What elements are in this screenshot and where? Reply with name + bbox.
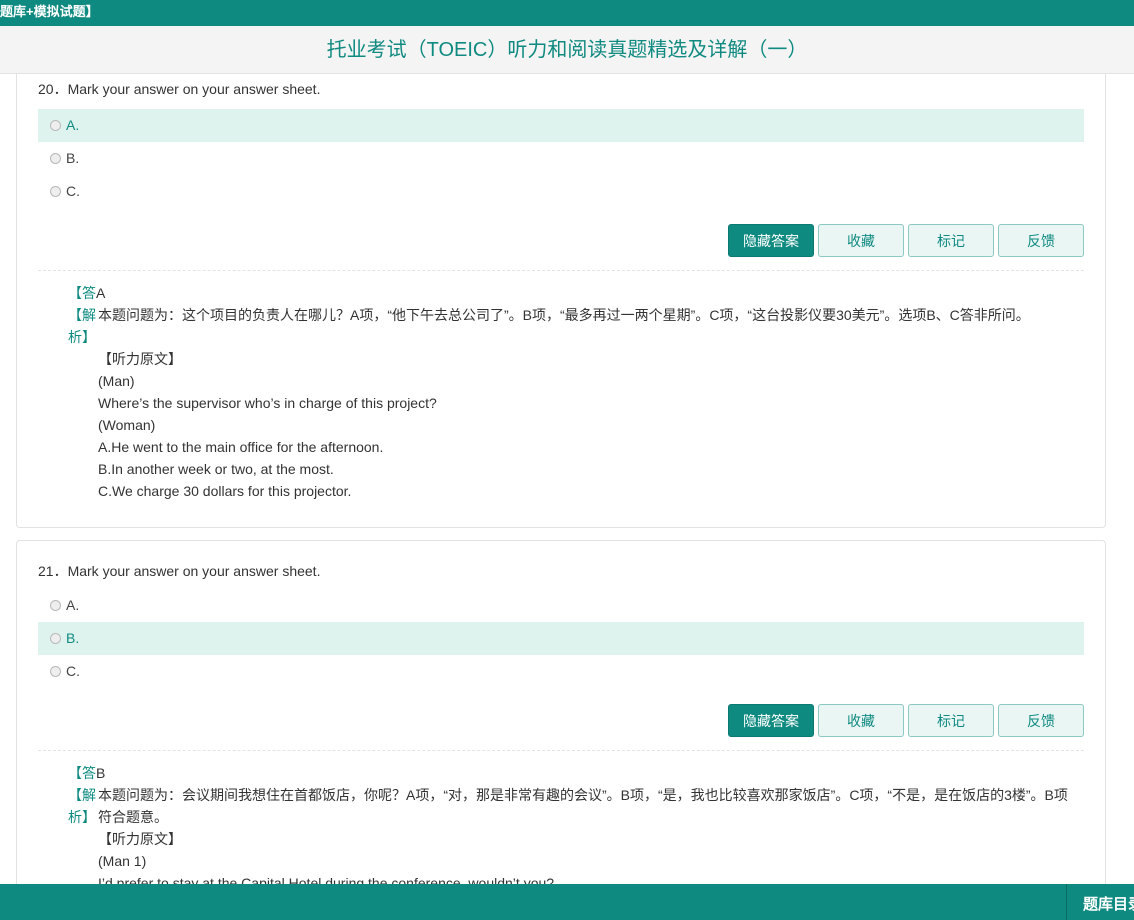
question-text: 20．Mark your answer on your answer sheet… [38, 81, 321, 97]
analysis-text: 本题问题为：这个项目的负责人在哪儿？A项，“他下午去总公司了”。B项，“最多再过… [98, 307, 1030, 323]
analysis: 【解析】 本题问题为：会议期间我想住在首都饭店，你呢？A项，“对，那是非常有趣的… [68, 784, 1068, 828]
option-label: C. [66, 663, 80, 679]
transcript-line: B.In another week or two, at the most. [98, 461, 334, 477]
transcript-label: 【听力原文】 [98, 831, 182, 847]
hide-answer-button[interactable]: 隐藏答案 [728, 704, 814, 737]
question-card-21: 21．Mark your answer on your answer sheet… [16, 540, 1106, 884]
answer-letter: B [96, 765, 106, 781]
option-label: B. [66, 630, 80, 646]
radio-icon[interactable] [50, 119, 61, 131]
answer-label: 【答 [68, 285, 96, 301]
option-label: A. [66, 117, 80, 133]
transcript: 【听力原文】 (Man 1) I’d prefer to stay at the… [68, 828, 1068, 884]
option-a[interactable]: A. [38, 589, 1084, 622]
action-buttons: 隐藏答案 收藏 标记 反馈 [724, 704, 1084, 737]
radio-icon[interactable] [50, 185, 61, 197]
answer-section: 【答B 【解析】 本题问题为：会议期间我想住在首都饭店，你呢？A项，“对，那是非… [68, 762, 1068, 884]
favorite-button[interactable]: 收藏 [818, 224, 904, 257]
option-c[interactable]: C. [38, 175, 1084, 208]
option-b[interactable]: B. [38, 142, 1084, 175]
answer-section: 【答A 【解析】 本题问题为：这个项目的负责人在哪儿？A项，“他下午去总公司了”… [68, 282, 1068, 502]
transcript-label: 【听力原文】 [98, 351, 182, 367]
option-c[interactable]: C. [38, 655, 1084, 688]
feedback-button[interactable]: 反馈 [998, 704, 1084, 737]
page-title-bar: 托业考试（TOEIC）听力和阅读真题精选及详解（一） [0, 26, 1134, 74]
hide-answer-button[interactable]: 隐藏答案 [728, 224, 814, 257]
transcript-line: (Man) [98, 373, 135, 389]
option-label: C. [66, 183, 80, 199]
bottom-bar: 题库目录 [0, 884, 1134, 920]
radio-icon[interactable] [50, 632, 61, 644]
question-text: 21．Mark your answer on your answer sheet… [38, 563, 321, 579]
question-card-20: 20．Mark your answer on your answer sheet… [16, 74, 1106, 528]
option-label: A. [66, 597, 80, 613]
action-buttons: 隐藏答案 收藏 标记 反馈 [724, 224, 1084, 257]
answer-letter: A [96, 285, 106, 301]
option-a[interactable]: A. [38, 109, 1084, 142]
mark-button[interactable]: 标记 [908, 224, 994, 257]
transcript-line: (Man 1) [98, 853, 147, 869]
analysis: 【解析】 本题问题为：这个项目的负责人在哪儿？A项，“他下午去总公司了”。B项，… [68, 304, 1068, 348]
top-bar: 题库+模拟试题】 [0, 0, 1134, 26]
breadcrumb: 题库+模拟试题】 [0, 4, 99, 19]
analysis-text: 本题问题为：会议期间我想住在首都饭店，你呢？A项，“对，那是非常有趣的会议”。B… [98, 787, 1068, 825]
answer-line: 【答A [68, 282, 1068, 304]
radio-icon[interactable] [50, 665, 61, 677]
radio-icon[interactable] [50, 599, 61, 611]
mark-button[interactable]: 标记 [908, 704, 994, 737]
transcript-line: (Woman) [98, 417, 156, 433]
answer-label: 【答 [68, 765, 96, 781]
transcript-line: I’d prefer to stay at the Capital Hotel … [98, 875, 555, 884]
question-list: 20．Mark your answer on your answer sheet… [0, 74, 1134, 884]
catalog-button[interactable]: 题库目录 [1066, 884, 1134, 920]
option-b[interactable]: B. [38, 622, 1084, 655]
option-label: B. [66, 150, 80, 166]
feedback-button[interactable]: 反馈 [998, 224, 1084, 257]
divider [38, 270, 1084, 271]
transcript-line: A.He went to the main office for the aft… [98, 439, 384, 455]
answer-line: 【答B [68, 762, 1068, 784]
transcript-line: Where’s the supervisor who’s in charge o… [98, 395, 437, 411]
divider [38, 750, 1084, 751]
page-title: 托业考试（TOEIC）听力和阅读真题精选及详解（一） [326, 39, 808, 61]
radio-icon[interactable] [50, 152, 61, 164]
analysis-label: 【解析】 [68, 307, 96, 345]
analysis-label: 【解析】 [68, 787, 96, 825]
transcript-line: C.We charge 30 dollars for this projecto… [98, 483, 352, 499]
transcript: 【听力原文】 (Man) Where’s the supervisor who’… [68, 348, 1068, 502]
favorite-button[interactable]: 收藏 [818, 704, 904, 737]
